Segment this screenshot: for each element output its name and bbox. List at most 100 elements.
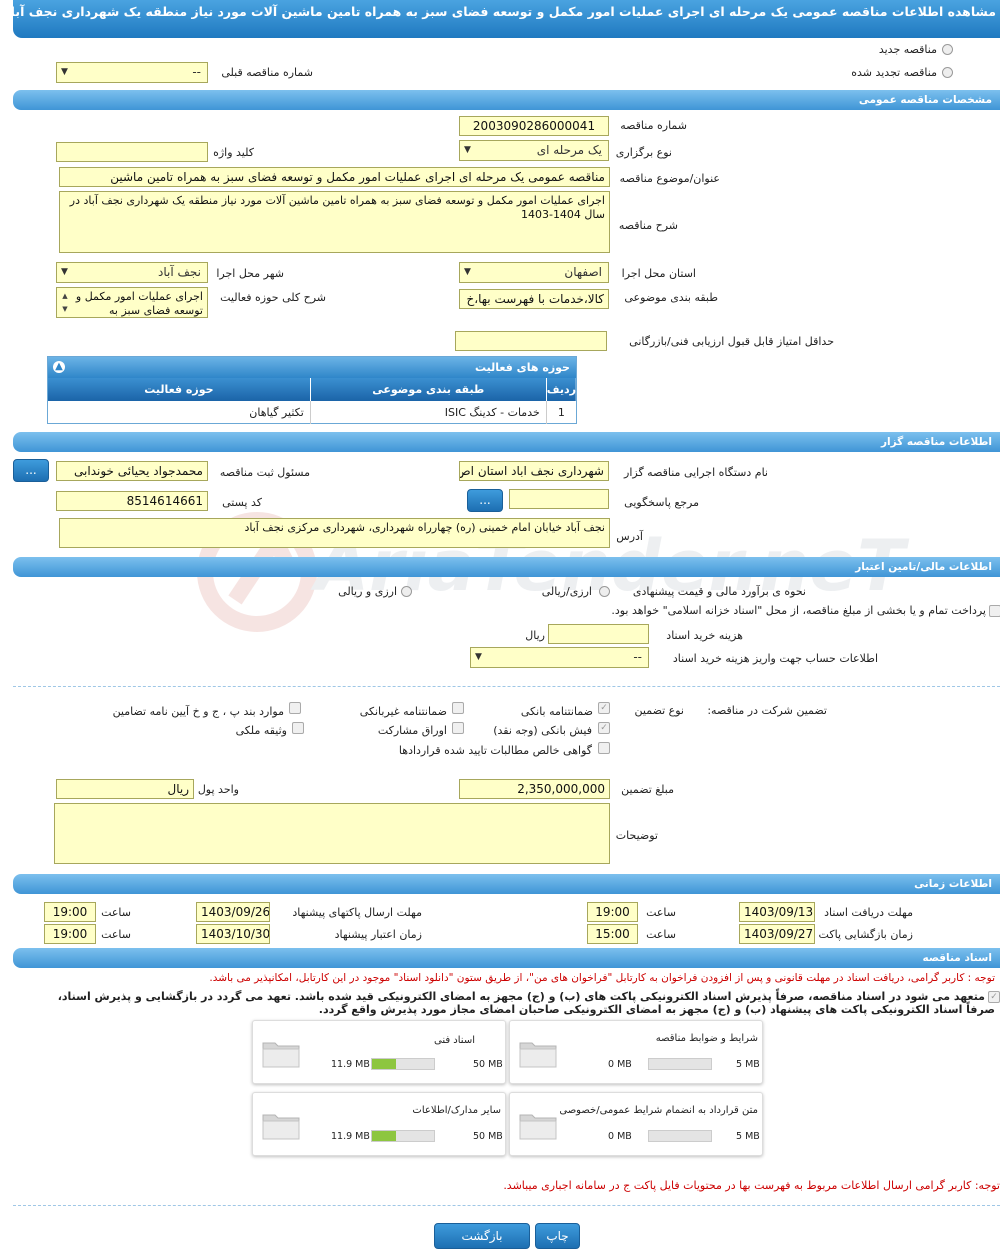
divider (13, 686, 1000, 687)
usage-bar (648, 1058, 712, 1070)
chevron-down-icon: ▼ (61, 67, 68, 77)
opt-currency-radio[interactable] (401, 586, 412, 597)
validity-label: زمان اعتبار پیشنهاد (334, 928, 422, 941)
responsible-field[interactable]: محمدجواد یحیائی خوندابی (56, 461, 208, 481)
send-date-field[interactable]: 1403/09/26 (196, 902, 270, 922)
subject-field[interactable]: مناقصه عمومی یک مرحله ای اجرای عملیات ام… (59, 167, 610, 187)
activities-table: ردیف طبقه بندی موضوعی حوزه فعالیت 1 خدما… (48, 378, 576, 424)
scroll-arrows[interactable]: ▲ ▼ (59, 290, 71, 316)
doc-cost-field[interactable] (548, 624, 649, 644)
min-score-label: حداقل امتیاز قابل قبول ارزیابی فنی/بازرگ… (629, 335, 834, 348)
receive-date-field[interactable]: 1403/09/13 (739, 902, 815, 922)
send-time-label: ساعت (101, 906, 131, 919)
currency-field[interactable]: ریال (56, 779, 194, 799)
clauses-label: موارد بند پ ، ج و خ آیین نامه تضامین (112, 705, 284, 718)
finance-section-header: اطلاعات مالی/تامین اعتبار (13, 557, 1000, 577)
property-checkbox[interactable] (292, 722, 304, 734)
price-list-notice: توجه: کاربر گرامی ارسال اطلاعات مربوط به… (503, 1179, 1000, 1192)
chevron-down-icon: ▼ (61, 267, 68, 277)
responsible-button[interactable]: ... (13, 459, 49, 482)
doc-cost-unit: ریال (525, 629, 545, 642)
reference-button[interactable]: ... (467, 489, 503, 512)
address-field[interactable]: نجف آباد خیابان امام خمینی (ره) چهارراه … (59, 518, 610, 548)
new-tender-radio[interactable] (942, 44, 953, 55)
print-button[interactable]: چاپ (535, 1223, 580, 1249)
activities-panel: حوزه های فعالیت ▲ ردیف طبقه بندی موضوعی … (47, 356, 577, 424)
receive-time-field[interactable]: 19:00 (587, 902, 638, 922)
category-field[interactable]: کالا،خدمات با فهرست بها،خ (459, 289, 609, 309)
reference-field[interactable] (509, 489, 609, 509)
tender-number-field[interactable]: 2003090286000041 (459, 116, 609, 136)
keyword-label: کلید واژه (213, 146, 254, 159)
city-select[interactable]: نجف آباد ▼ (56, 262, 208, 283)
page-title: مشاهده اطلاعات مناقصه عمومی یک مرحله ای … (13, 0, 1000, 38)
doc-card-contract[interactable]: متن قرارداد به انضمام شرایط عمومی/خصوصی … (509, 1092, 763, 1156)
category-label: طبقه بندی موضوعی (624, 291, 718, 304)
account-select[interactable]: -- ▼ (470, 647, 649, 668)
description-label: شرح مناقصه (618, 219, 678, 232)
claims-checkbox[interactable] (598, 742, 610, 754)
doc-card-technical[interactable]: اسناد فنی 11.9 MB 50 MB (252, 1020, 506, 1084)
bank-receipt-checkbox[interactable]: ✓ (598, 722, 610, 734)
send-time-field[interactable]: 19:00 (44, 902, 96, 922)
col-category: طبقه بندی موضوعی (309, 378, 547, 401)
validity-date-field[interactable]: 1403/10/30 (196, 924, 270, 944)
min-score-input[interactable] (455, 331, 607, 351)
notes-field[interactable] (54, 803, 610, 864)
estimate-label: نحوه ی برآورد مالی و قیمت پیشنهادی (632, 585, 806, 598)
validity-time-label: ساعت (101, 928, 131, 941)
opening-time-label: ساعت (646, 928, 676, 941)
usage-bar (371, 1130, 435, 1142)
renewed-tender-label: مناقصه تجدید شده (851, 66, 937, 79)
islamic-treasury-label: پرداخت تمام و یا بخشی از مبلغ مناقصه، از… (611, 604, 986, 617)
divider (13, 1205, 1000, 1206)
general-section-header: مشخصات مناقصه عمومی (13, 90, 1000, 110)
subject-label: عنوان/موضوع مناقصه (619, 172, 720, 185)
activity-desc-label: شرح کلی حوزه فعالیت (220, 291, 326, 304)
islamic-treasury-checkbox[interactable] (989, 605, 1000, 617)
nonbank-guarantee-checkbox[interactable] (452, 702, 464, 714)
guarantee-amount-label: مبلغ تضمین (621, 783, 674, 796)
reference-label: مرجع پاسخگویی (624, 496, 699, 509)
opening-label: زمان بازگشایی پاکت ها (805, 928, 913, 941)
back-button[interactable]: بازگشت (434, 1223, 530, 1249)
doc-card-other[interactable]: سایر مدارک/اطلاعات 11.9 MB 50 MB (252, 1092, 506, 1156)
claims-label: گواهی خالص مطالبات تایید شده قراردادها (398, 744, 592, 757)
postal-code-field[interactable]: 8514614661 (56, 491, 208, 511)
description-field[interactable]: اجرای عملیات امور مکمل و توسعه فضای سبز … (59, 191, 610, 253)
organizer-name-label: نام دستگاه اجرایی مناقصه گزار (624, 466, 768, 479)
folder-icon (519, 1114, 557, 1140)
bonds-label: اوراق مشارکت (377, 724, 447, 737)
usage-bar (648, 1130, 712, 1142)
usage-fill (372, 1059, 396, 1069)
collapse-icon[interactable]: ▲ (53, 361, 65, 373)
opt-currency-label: ارزی و ریالی (338, 585, 397, 598)
nonbank-guarantee-label: ضمانتنامه غیربانکی (359, 705, 447, 718)
opt-rial-radio[interactable] (599, 586, 610, 597)
guarantee-type-label: نوع تضمین (634, 704, 684, 717)
activities-panel-header: حوزه های فعالیت ▲ (48, 357, 576, 378)
tender-number-label: شماره مناقصه (620, 119, 687, 132)
bank-guarantee-checkbox[interactable]: ✓ (598, 702, 610, 714)
commitment-text-1: متعهد می شود در اسناد مناقصه، صرفاً پذیر… (57, 990, 985, 1003)
validity-time-field[interactable]: 19:00 (44, 924, 96, 944)
doc-card-conditions[interactable]: شرایط و ضوابط مناقصه 0 MB 5 MB (509, 1020, 763, 1084)
table-row[interactable]: 1 خدمات - کدینگ ISIC تکثیر گیاهان (48, 401, 576, 424)
renewed-tender-radio[interactable] (942, 67, 953, 78)
bonds-checkbox[interactable] (452, 722, 464, 734)
activity-desc-field[interactable]: اجرای عملیات امور مکمل و توسعه فضای سبز … (56, 287, 208, 318)
new-tender-label: مناقصه جدید (878, 43, 937, 56)
organizer-name-field[interactable]: شهرداری نجف اباد استان اص (459, 461, 609, 481)
property-label: وثیقه ملکی (235, 724, 287, 737)
bank-receipt-label: فیش بانکی (وجه نقد) (493, 724, 592, 737)
holding-type-select[interactable]: یک مرحله ای ▼ (459, 140, 609, 161)
keyword-input[interactable] (56, 142, 208, 162)
opening-date-field[interactable]: 1403/09/27 (739, 924, 815, 944)
commitment-checkbox[interactable]: ✓ (988, 991, 1000, 1003)
prev-tender-select[interactable]: -- ▼ (56, 62, 208, 83)
province-select[interactable]: اصفهان ▼ (459, 262, 609, 283)
clauses-checkbox[interactable] (289, 702, 301, 714)
guarantee-amount-field[interactable]: 2,350,000,000 (459, 779, 610, 799)
chevron-down-icon: ▼ (475, 652, 482, 662)
opening-time-field[interactable]: 15:00 (587, 924, 638, 944)
